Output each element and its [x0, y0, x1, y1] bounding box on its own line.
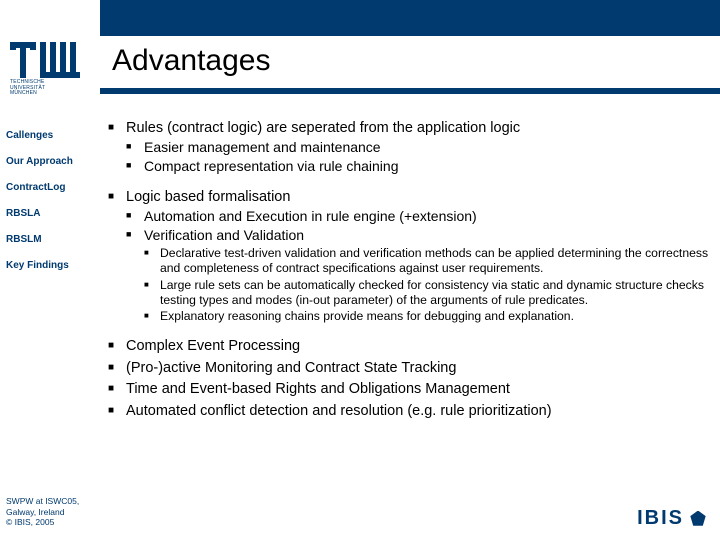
footer-note: SWPW at ISWC05, Galway, Ireland © IBIS, … — [6, 496, 101, 528]
bullet-text: Complex Event Processing — [126, 338, 300, 354]
bullet-l2: Automation and Execution in rule engine … — [126, 208, 710, 225]
bullet-text: Logic based formalisation — [126, 189, 290, 205]
ibis-logo: IBIS — [637, 507, 706, 530]
sidebar-item-rbsla: RBSLA — [6, 208, 96, 220]
bullet-l3: Declarative test-driven validation and v… — [144, 246, 710, 276]
institution-logo: TECHNISCHE UNIVERSITÄT MÜNCHEN — [10, 36, 100, 116]
bullet-l3: Large rule sets can be automatically che… — [144, 278, 710, 308]
bullet-text: Declarative test-driven validation and v… — [160, 246, 708, 275]
sidebar-item-callenges: Callenges — [6, 130, 96, 142]
bullet-l1: Complex Event Processing — [108, 338, 710, 355]
pentagon-icon — [690, 511, 706, 527]
bullet-l3: Explanatory reasoning chains provide mea… — [144, 309, 710, 324]
bullet-text: Large rule sets can be automatically che… — [160, 278, 704, 307]
sidebar-item-contractlog: ContractLog — [6, 182, 96, 194]
header-bar-cutout — [0, 0, 100, 36]
page-title: Advantages — [112, 44, 710, 78]
brand-text: IBIS — [637, 507, 684, 530]
bullet-text: Easier management and maintenance — [144, 139, 381, 155]
tum-logo-icon — [10, 42, 80, 78]
footer-line: Galway, Ireland — [6, 507, 101, 518]
header-bar — [0, 0, 720, 36]
sidebar-item-our-approach: Our Approach — [6, 156, 96, 168]
bullet-text: Automated conflict detection and resolut… — [126, 403, 552, 419]
footer-line: © IBIS, 2005 — [6, 517, 101, 528]
institution-line: MÜNCHEN — [10, 91, 100, 97]
bullet-text: Verification and Validation — [144, 227, 304, 243]
footer-line: SWPW at ISWC05, — [6, 496, 101, 507]
bullet-l2: Compact representation via rule chaining — [126, 158, 710, 175]
bullet-l1: Time and Event-based Rights and Obligati… — [108, 381, 710, 398]
title-underline — [100, 88, 720, 94]
bullet-text: Explanatory reasoning chains provide mea… — [160, 309, 574, 323]
bullet-l2: Easier management and maintenance — [126, 139, 710, 156]
institution-name: TECHNISCHE UNIVERSITÄT MÜNCHEN — [10, 80, 100, 97]
page-title-row: Advantages — [112, 44, 710, 78]
bullet-text: (Pro-)active Monitoring and Contract Sta… — [126, 360, 456, 376]
bullet-l1: Automated conflict detection and resolut… — [108, 403, 710, 420]
bullet-text: Compact representation via rule chaining — [144, 158, 398, 174]
bullet-text: Time and Event-based Rights and Obligati… — [126, 381, 510, 397]
bullet-l1: Logic based formalisation Automation and… — [108, 189, 710, 324]
bullet-l1: Rules (contract logic) are seperated fro… — [108, 120, 710, 175]
sidebar-nav: Callenges Our Approach ContractLog RBSLA… — [6, 130, 96, 286]
bullet-text: Automation and Execution in rule engine … — [144, 208, 477, 224]
bullet-l1: (Pro-)active Monitoring and Contract Sta… — [108, 360, 710, 377]
sidebar-item-rbslm: RBSLM — [6, 234, 96, 246]
sidebar-item-key-findings: Key Findings — [6, 260, 96, 272]
bullet-l2: Verification and Validation Declarative … — [126, 227, 710, 324]
slide-content: Rules (contract logic) are seperated fro… — [108, 120, 710, 512]
bullet-text: Rules (contract logic) are seperated fro… — [126, 120, 520, 136]
